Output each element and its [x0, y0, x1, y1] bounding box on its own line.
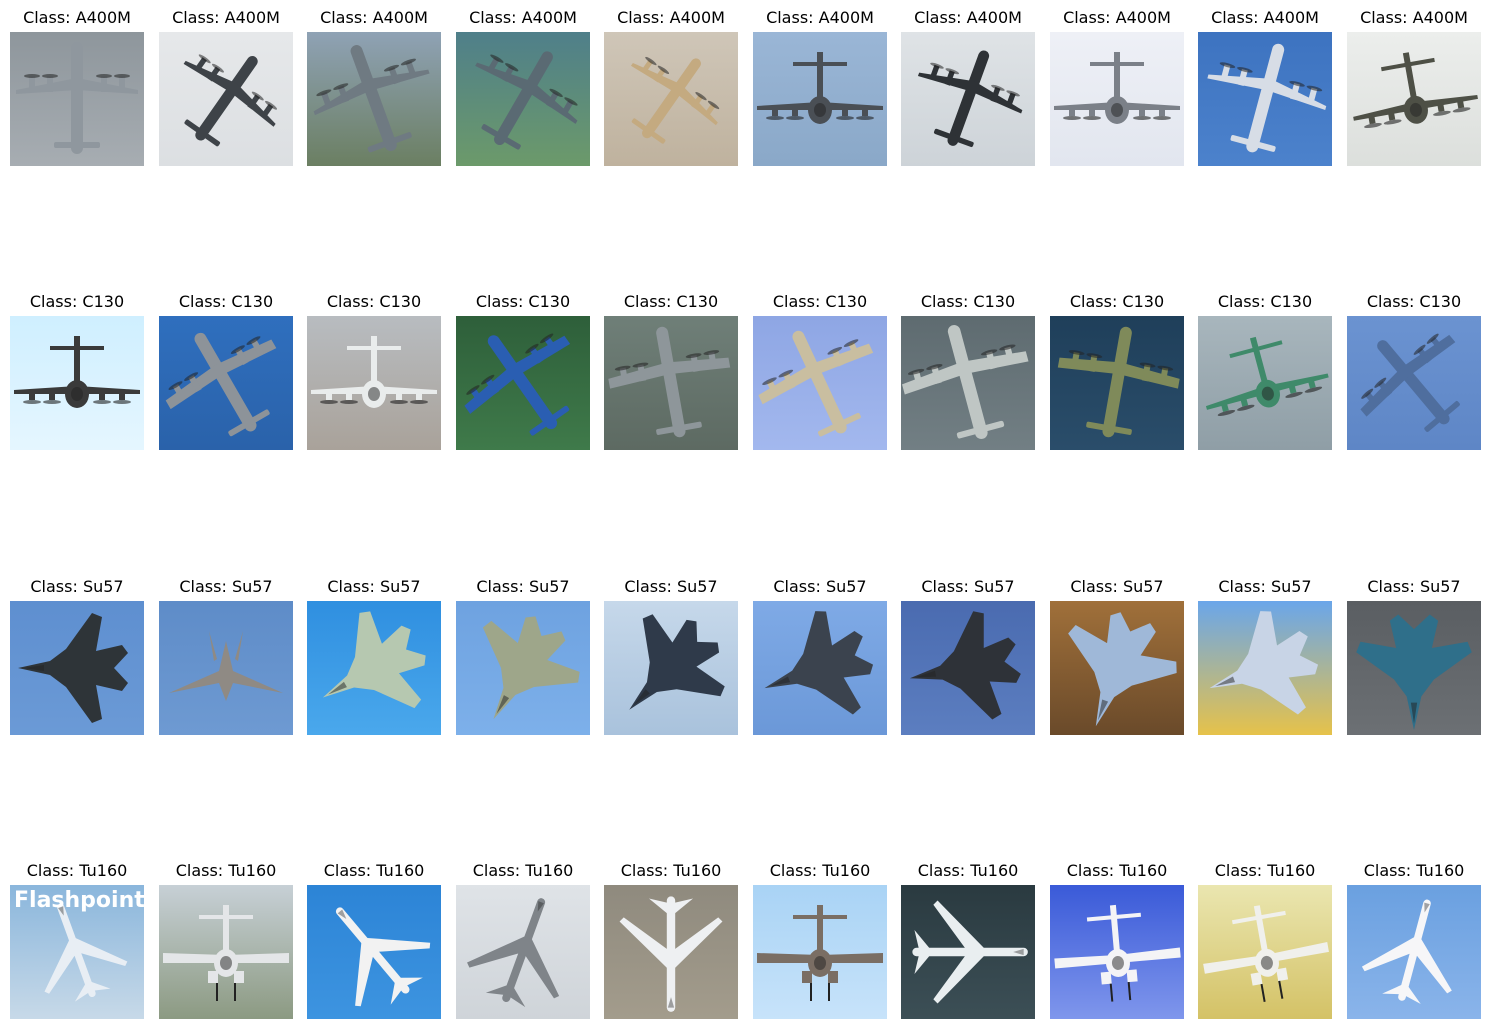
- aircraft-photo-c130: [159, 316, 293, 450]
- image-class-title: Class: A400M: [320, 8, 428, 27]
- aircraft-photo-su57: [1347, 601, 1481, 735]
- aircraft-photo-su57: [307, 601, 441, 735]
- aircraft-photo-tu160: [456, 885, 590, 1019]
- aircraft-photo-tu160: [753, 885, 887, 1019]
- aircraft-photo-a400m: [604, 32, 738, 166]
- aircraft-photo-c130: [456, 316, 590, 450]
- image-class-title: Class: Tu160: [1214, 861, 1316, 880]
- image-class-title: Class: Su57: [624, 577, 718, 596]
- aircraft-photo-tu160: Flashpoint: [10, 885, 144, 1019]
- aircraft-photo-a400m: [901, 32, 1035, 166]
- aircraft-photo-c130: [1198, 316, 1332, 450]
- image-class-title: Class: A400M: [1211, 8, 1319, 27]
- aircraft-photo-tu160: [604, 885, 738, 1019]
- image-class-title: Class: Tu160: [620, 861, 722, 880]
- image-class-title: Class: Tu160: [1363, 861, 1465, 880]
- image-class-title: Class: A400M: [914, 8, 1022, 27]
- aircraft-photo-su57: [10, 601, 144, 735]
- aircraft-photo-a400m: [1050, 32, 1184, 166]
- image-grid: Class: A400M Class: A400M Class: A400M Clas…: [0, 0, 1489, 1029]
- image-class-title: Class: A400M: [1360, 8, 1468, 27]
- aircraft-photo-su57: [1050, 601, 1184, 735]
- aircraft-photo-a400m: [159, 32, 293, 166]
- aircraft-photo-a400m: [753, 32, 887, 166]
- aircraft-photo-su57: [604, 601, 738, 735]
- image-class-title: Class: A400M: [617, 8, 725, 27]
- aircraft-photo-tu160: [901, 885, 1035, 1019]
- aircraft-photo-a400m: [10, 32, 144, 166]
- aircraft-photo-tu160: [1050, 885, 1184, 1019]
- aircraft-photo-c130: [901, 316, 1035, 450]
- aircraft-photo-tu160: [1198, 885, 1332, 1019]
- aircraft-photo-a400m: [307, 32, 441, 166]
- aircraft-photo-tu160: [307, 885, 441, 1019]
- image-class-title: Class: Su57: [1367, 577, 1461, 596]
- image-class-title: Class: Su57: [1218, 577, 1312, 596]
- aircraft-photo-c130: [307, 316, 441, 450]
- aircraft-photo-c130: [1050, 316, 1184, 450]
- image-class-title: Class: Tu160: [323, 861, 425, 880]
- aircraft-photo-c130: [1347, 316, 1481, 450]
- image-class-title: Class: C130: [623, 292, 719, 311]
- aircraft-photo-c130: [753, 316, 887, 450]
- aircraft-photo-su57: [901, 601, 1035, 735]
- image-class-title: Class: Su57: [327, 577, 421, 596]
- magazine-cover-title: Flashpoint: [14, 888, 144, 913]
- aircraft-photo-a400m: [1198, 32, 1332, 166]
- aircraft-photo-c130: [604, 316, 738, 450]
- aircraft-photo-su57: [159, 601, 293, 735]
- image-class-title: Class: C130: [326, 292, 422, 311]
- aircraft-photo-c130: [10, 316, 144, 450]
- aircraft-photo-a400m: [1347, 32, 1481, 166]
- aircraft-photo-su57: [753, 601, 887, 735]
- aircraft-photo-tu160: [159, 885, 293, 1019]
- aircraft-photo-su57: [456, 601, 590, 735]
- aircraft-photo-a400m: [456, 32, 590, 166]
- image-class-title: Class: Tu160: [917, 861, 1019, 880]
- aircraft-photo-tu160: [1347, 885, 1481, 1019]
- image-class-title: Class: C130: [920, 292, 1016, 311]
- image-class-title: Class: C130: [1217, 292, 1313, 311]
- aircraft-photo-su57: [1198, 601, 1332, 735]
- image-class-title: Class: C130: [1366, 292, 1462, 311]
- image-class-title: Class: Su57: [921, 577, 1015, 596]
